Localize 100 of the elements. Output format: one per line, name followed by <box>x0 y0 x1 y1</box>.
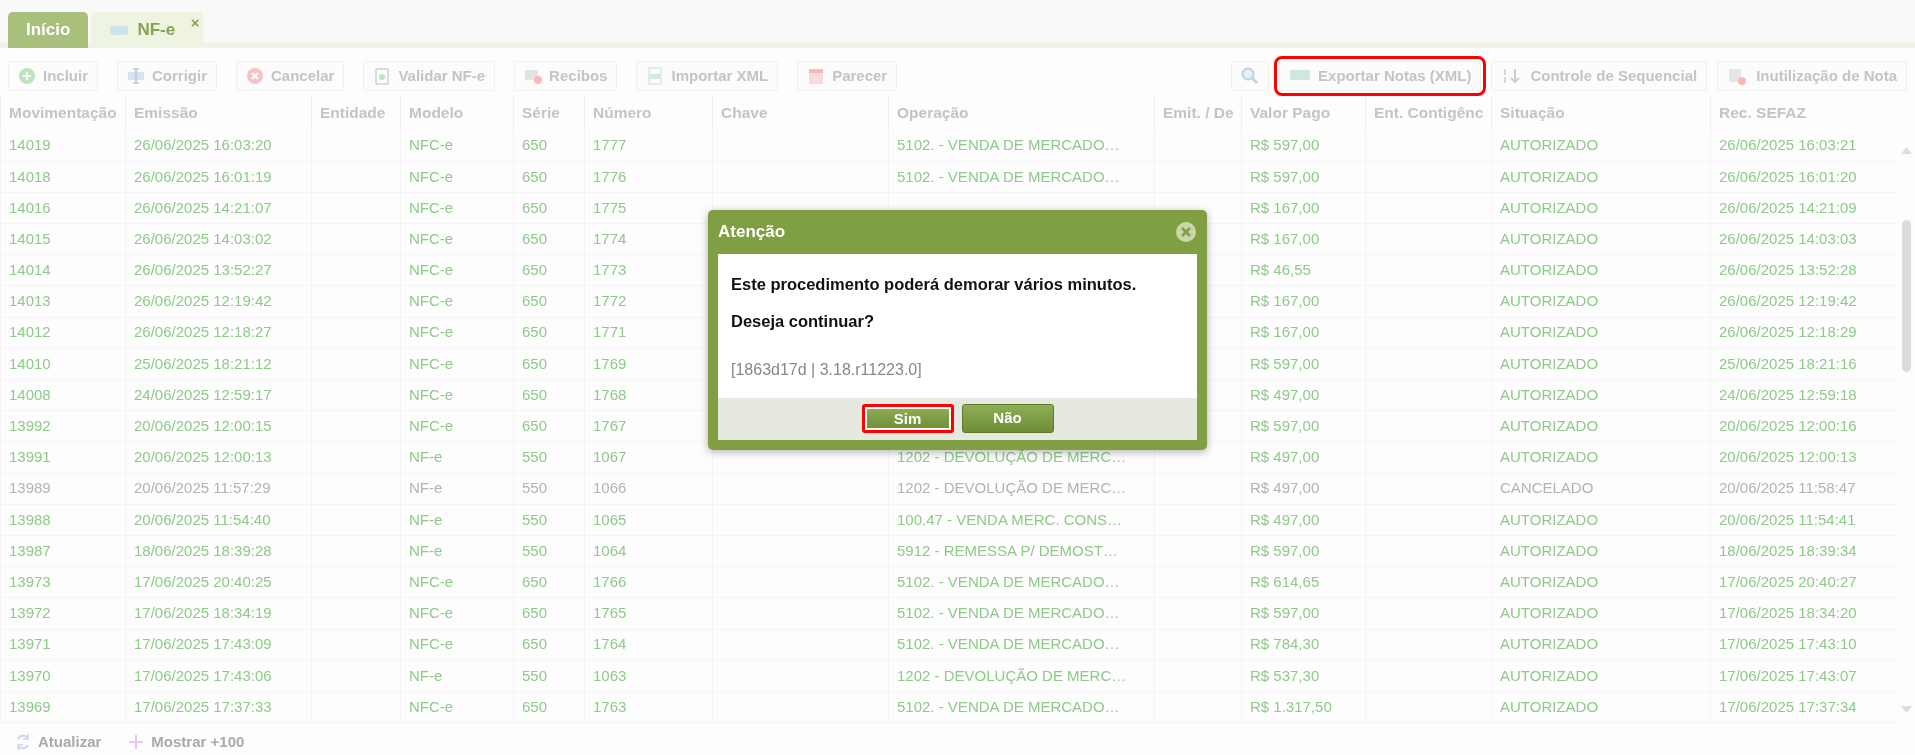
table-cell: R$ 1.317,50 <box>1250 697 1332 715</box>
table-cell: AUTORIZADO <box>1500 541 1599 559</box>
table-cell: 1067 <box>593 448 627 466</box>
table-cell: 25/06/2025 18:21:16 <box>1719 354 1857 372</box>
table-cell: R$ 597,00 <box>1250 417 1320 435</box>
table-cell: R$ 597,00 <box>1250 167 1320 185</box>
table-cell: 650 <box>522 604 548 622</box>
tab[interactable]: NF-e × <box>91 12 204 48</box>
table-cell: 650 <box>522 354 548 372</box>
scroll-down-icon <box>1900 705 1913 715</box>
column-header[interactable]: Série <box>513 96 585 130</box>
table-cell: AUTORIZADO <box>1500 167 1599 185</box>
footer-button[interactable]: Mostrar +100 <box>127 731 245 754</box>
table-cell: 26/06/2025 14:03:02 <box>134 229 272 247</box>
table-cell: NFC-e <box>409 572 454 590</box>
table-cell: AUTORIZADO <box>1500 572 1599 590</box>
close-icon[interactable]: × <box>190 12 200 35</box>
toolbar-button[interactable]: Inutilização de Nota <box>1717 61 1907 91</box>
plus-icon <box>127 733 146 752</box>
table-cell: 13973 <box>9 572 51 590</box>
table-cell: 14010 <box>9 354 51 372</box>
table-cell: 1763 <box>593 697 627 715</box>
document-icon <box>109 24 130 36</box>
dialog-button[interactable]: Não <box>961 404 1054 433</box>
toolbar-button[interactable]: Validar NF-e <box>363 61 496 91</box>
table-cell: 13972 <box>9 604 51 622</box>
table-cell: R$ 497,00 <box>1250 510 1320 528</box>
table-cell: 1064 <box>593 541 627 559</box>
table-cell: 17/06/2025 17:43:07 <box>1719 666 1857 684</box>
table-cell: R$ 497,00 <box>1250 385 1320 403</box>
scrollbar-thumb[interactable] <box>1902 220 1911 372</box>
table-cell: 5912 - REMESSA P/ DEMOST… <box>897 541 1118 559</box>
table-cell: R$ 537,30 <box>1250 666 1320 684</box>
dialog-title: Atenção <box>718 221 786 244</box>
dialog-message: Este procedimento poderá demorar vários minutos. <box>731 274 1138 295</box>
column-header[interactable]: Emissão <box>125 96 312 130</box>
column-header[interactable]: Situação <box>1491 96 1711 130</box>
table-cell: 18/06/2025 18:39:34 <box>1719 541 1857 559</box>
table-cell: 17/06/2025 17:37:34 <box>1719 697 1857 715</box>
toolbar-button[interactable]: Incluir <box>8 61 98 91</box>
column-header[interactable]: Entidade <box>311 96 401 130</box>
toolbar-button[interactable]: Corrigir <box>117 61 218 91</box>
table-cell: 1066 <box>593 479 627 497</box>
table-cell: AUTORIZADO <box>1500 604 1599 622</box>
table-cell: 14018 <box>9 167 51 185</box>
column-header[interactable]: Valor Pago <box>1241 96 1366 130</box>
table-cell: 26/06/2025 14:03:03 <box>1719 229 1857 247</box>
table-cell: CANCELADO <box>1500 479 1594 497</box>
toolbar-button[interactable]: Importar XML <box>636 61 779 91</box>
search-button[interactable] <box>1231 61 1270 91</box>
table-cell: 1768 <box>593 385 627 403</box>
document-icon <box>646 67 665 85</box>
table-cell: 550 <box>522 510 548 528</box>
dialog-button[interactable]: Sim <box>861 404 954 433</box>
footer-button[interactable]: Atualizar <box>14 731 102 754</box>
toolbar-button[interactable]: Recibos <box>514 61 618 91</box>
table-cell: 20/06/2025 12:00:13 <box>134 448 272 466</box>
column-header[interactable]: Ent. Contigênc <box>1365 96 1492 130</box>
table-cell: AUTORIZADO <box>1500 417 1599 435</box>
toolbar-button[interactable]: Parecer <box>797 61 898 91</box>
table-cell: 1776 <box>593 167 627 185</box>
tab[interactable]: Início <box>8 12 89 48</box>
table-cell: AUTORIZADO <box>1500 136 1599 154</box>
table-cell: 5102. - VENDA DE MERCADO… <box>897 167 1120 185</box>
column-header[interactable]: Número <box>584 96 713 130</box>
table-cell: 1767 <box>593 417 627 435</box>
column-header[interactable]: Modelo <box>400 96 514 130</box>
table-cell: 13991 <box>9 448 51 466</box>
toolbar-button[interactable]: Cancelar <box>236 61 345 91</box>
table-cell: R$ 167,00 <box>1250 323 1320 341</box>
table-cell: R$ 784,30 <box>1250 635 1320 653</box>
search-icon <box>1241 67 1260 85</box>
column-header[interactable]: Movimentação <box>0 96 126 130</box>
table-cell: 5102. - VENDA DE MERCADO… <box>897 572 1120 590</box>
table-cell: NFC-e <box>409 261 454 279</box>
table-cell: 20/06/2025 11:54:40 <box>134 510 271 528</box>
table-cell: 1765 <box>593 604 627 622</box>
table-cell: R$ 46,55 <box>1250 261 1311 279</box>
table-cell: 17/06/2025 17:43:06 <box>134 666 272 684</box>
column-header[interactable]: Operação <box>888 96 1155 130</box>
table-cell: 550 <box>522 448 548 466</box>
table-cell: 550 <box>522 541 548 559</box>
table-cell: 26/06/2025 12:19:42 <box>134 292 272 310</box>
table-cell: R$ 597,00 <box>1250 136 1320 154</box>
toolbar-button[interactable]: Controle de Sequencial <box>1491 61 1708 91</box>
table-cell: NF-e <box>409 666 443 684</box>
table-cell: 550 <box>522 479 548 497</box>
table-cell: NFC-e <box>409 354 454 372</box>
table-cell: 13992 <box>9 417 51 435</box>
table-cell: AUTORIZADO <box>1500 697 1599 715</box>
column-header[interactable]: Rec. SEFAZ <box>1710 96 1896 130</box>
close-icon[interactable] <box>1175 221 1197 243</box>
table-cell: AUTORIZADO <box>1500 198 1599 216</box>
table-cell: 17/06/2025 17:43:10 <box>1719 635 1857 653</box>
table-cell: 13989 <box>9 479 51 497</box>
table-cell: 20/06/2025 11:57:29 <box>134 479 271 497</box>
column-header[interactable]: Emit. / De <box>1154 96 1242 130</box>
column-header[interactable]: Chave <box>712 96 889 130</box>
table-cell: NFC-e <box>409 167 454 185</box>
table-cell: 650 <box>522 198 548 216</box>
